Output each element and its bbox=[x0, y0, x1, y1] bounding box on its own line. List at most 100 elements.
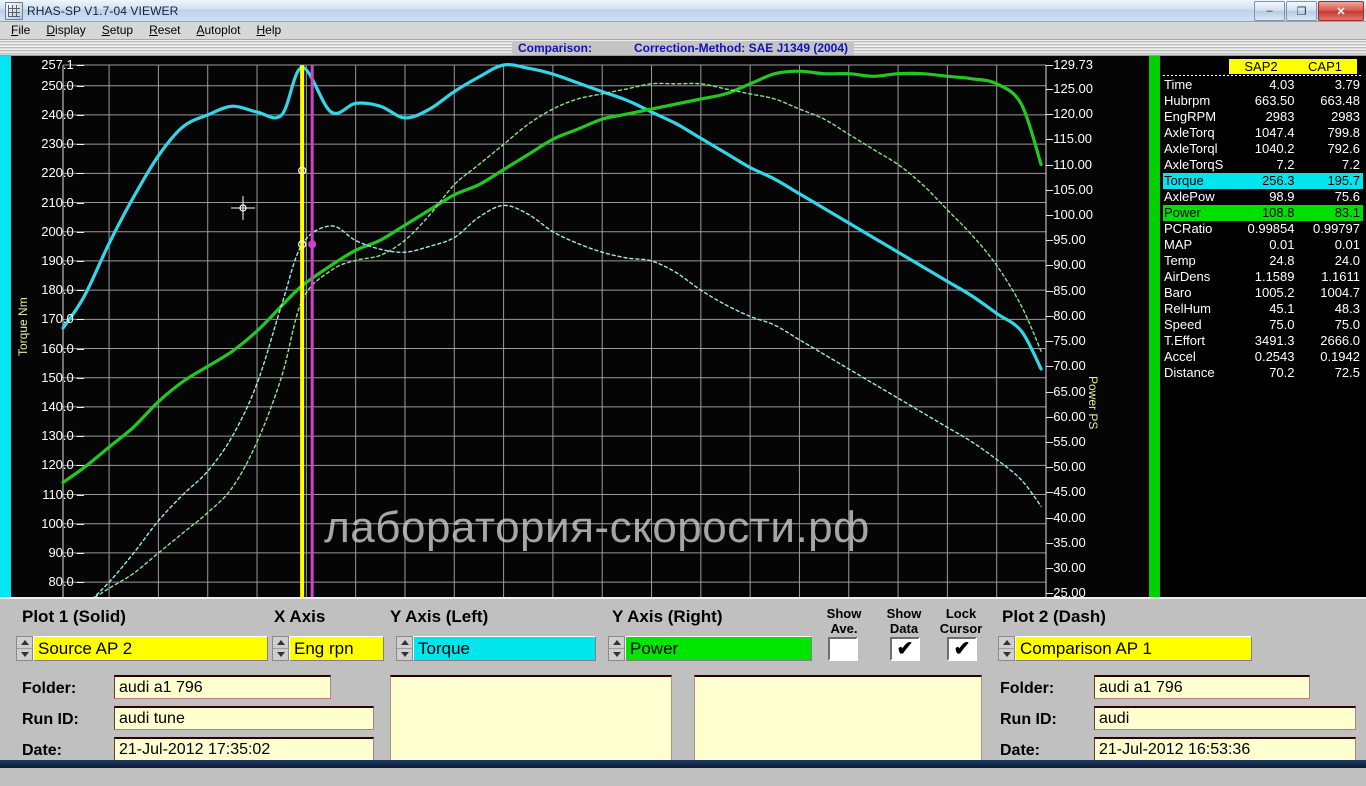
plot2-source-value[interactable]: Comparison AP 1 bbox=[1015, 636, 1252, 661]
data-panel-value-sap2: 3491.3 bbox=[1254, 333, 1295, 348]
data-panel-value-sap2: 2983 bbox=[1265, 109, 1295, 124]
window-title-bar[interactable]: RHAS-SP V1.7-04 VIEWER – ❐ ✕ bbox=[0, 0, 1366, 22]
data-panel-row: Hubrpm 663.50 663.48 bbox=[1163, 93, 1363, 109]
data-panel-value-cap1: 1004.7 bbox=[1320, 285, 1360, 300]
plot2-date-input[interactable]: 21-Jul-2012 16:53:36 bbox=[1094, 737, 1356, 761]
data-panel-value-cap1: 0.1942 bbox=[1320, 349, 1360, 364]
data-panel-value-cap1: 72.5 bbox=[1334, 365, 1360, 380]
x-axis-value[interactable]: Eng rpn bbox=[289, 636, 384, 661]
plot-area[interactable]: лаборатория-скорости.рф Torque Nm Power … bbox=[0, 56, 1366, 644]
control-panel: Plot 1 (Solid) X Axis Y Axis (Left) Y Ax… bbox=[0, 597, 1366, 786]
plot2-runid-input[interactable]: audi bbox=[1094, 706, 1356, 730]
maximize-button[interactable]: ❐ bbox=[1286, 1, 1317, 21]
data-panel-value-sap2: 0.2543 bbox=[1254, 349, 1295, 364]
menu-item-display[interactable]: Display bbox=[39, 22, 94, 39]
window-title: RHAS-SP V1.7-04 VIEWER bbox=[27, 3, 179, 18]
y-axis-right-tick: –110.00 bbox=[1046, 156, 1093, 172]
data-panel-value-sap2: 0.01 bbox=[1269, 237, 1295, 252]
data-panel-row-label: AxleTorql bbox=[1164, 141, 1218, 156]
y-axis-right-tick: –70.00 bbox=[1046, 358, 1086, 374]
show-ave-label: Show Ave. bbox=[826, 606, 862, 636]
plot1-source-selector[interactable]: Source AP 2 bbox=[16, 636, 268, 661]
menu-bar: File Display Setup Reset Autoplot Help bbox=[0, 22, 1366, 40]
y-axis-right-tick: –105.00 bbox=[1046, 181, 1093, 197]
y-axis-right-tick: –120.00 bbox=[1046, 106, 1093, 122]
minimize-button[interactable]: – bbox=[1254, 1, 1285, 21]
y-axis-left-value[interactable]: Torque bbox=[413, 636, 596, 661]
data-panel-row-label: EngRPM bbox=[1164, 109, 1217, 124]
plot2-notes-box[interactable] bbox=[694, 675, 982, 761]
plot2-source-selector[interactable]: Comparison AP 1 bbox=[998, 636, 1252, 661]
x-axis-selector[interactable]: Eng rpn bbox=[272, 636, 384, 661]
y-axis-right-tick: –40.00 bbox=[1046, 509, 1086, 525]
show-data-checkbox[interactable]: ✔ bbox=[890, 637, 920, 661]
lock-cursor-check-glyph: ✔ bbox=[953, 638, 971, 660]
data-panel-row: Speed 75.0 75.0 bbox=[1163, 317, 1363, 333]
data-panel-value-sap2: 98.9 bbox=[1269, 189, 1295, 204]
data-panel-row-label: Accel bbox=[1164, 349, 1196, 364]
y-axis-left-tick: 90.0– bbox=[48, 544, 84, 560]
show-ave-checkbox[interactable] bbox=[828, 637, 858, 661]
plot1-notes-box[interactable] bbox=[390, 675, 672, 761]
data-panel-value-cap1: 1.1611 bbox=[1321, 269, 1360, 284]
y-axis-left-tick: 250.0– bbox=[41, 77, 84, 93]
y-axis-left-tick: 100.0– bbox=[41, 515, 84, 531]
data-panel-value-cap1: 2983 bbox=[1331, 109, 1360, 124]
y-axis-right-title: Power PS bbox=[1086, 376, 1100, 430]
y-axis-left-tick: 130.0– bbox=[41, 428, 84, 444]
menu-item-file[interactable]: File bbox=[4, 22, 39, 39]
plot1-date-input[interactable]: 21-Jul-2012 17:35:02 bbox=[114, 737, 374, 761]
menu-item-reset[interactable]: Reset bbox=[142, 22, 189, 39]
y-axis-right-tick: –80.00 bbox=[1046, 307, 1086, 323]
plot1-runid-input[interactable]: audi tune bbox=[114, 706, 374, 730]
y-axis-right-selector[interactable]: Power bbox=[608, 636, 812, 661]
y-axis-right-stepper[interactable] bbox=[608, 636, 625, 661]
menu-item-help[interactable]: Help bbox=[250, 22, 291, 39]
y-axis-right-value[interactable]: Power bbox=[625, 636, 812, 661]
y-axis-left-selector[interactable]: Torque bbox=[396, 636, 596, 661]
data-panel-row-label: PCRatio bbox=[1164, 221, 1213, 236]
data-panel-row-label: Hubrpm bbox=[1164, 93, 1211, 108]
lock-cursor-checkbox[interactable]: ✔ bbox=[947, 637, 977, 661]
x-axis-stepper[interactable] bbox=[272, 636, 289, 661]
y-axis-left-stepper[interactable] bbox=[396, 636, 413, 661]
plot1-runid-label: Run ID: bbox=[22, 711, 79, 728]
menu-item-autoplot[interactable]: Autoplot bbox=[189, 22, 249, 39]
plot1-source-stepper[interactable] bbox=[16, 636, 33, 661]
plot2-folder-input[interactable]: audi a1 796 bbox=[1094, 675, 1310, 699]
data-panel-row-label: Temp bbox=[1164, 253, 1196, 268]
readout-data-panel: SAP2 CAP1 Time 4.03 3.79 Hubrpm 663.50 663.48 E… bbox=[1163, 58, 1363, 438]
y-axis-right-tick: –75.00 bbox=[1046, 333, 1086, 349]
y-axis-left-tick: 160.0– bbox=[41, 340, 84, 356]
plot1-source-value[interactable]: Source AP 2 bbox=[33, 636, 268, 661]
correction-method-label: Correction-Method: SAE J1349 (2004) bbox=[633, 40, 849, 55]
chart-canvas[interactable]: лаборатория-скорости.рф bbox=[11, 56, 1149, 597]
plot1-folder-label: Folder: bbox=[22, 680, 77, 697]
data-panel-row: MAP 0.01 0.01 bbox=[1163, 237, 1363, 253]
y-axis-right-tick: –125.00 bbox=[1046, 80, 1093, 96]
y-axis-left-tick: 110.0– bbox=[42, 486, 84, 502]
close-button[interactable]: ✕ bbox=[1318, 1, 1364, 21]
y-axis-left-tick: 170.0– bbox=[41, 311, 84, 327]
y-axis-right-tick: –45.00 bbox=[1046, 484, 1086, 500]
lock-cursor-label: Lock Cursor bbox=[939, 606, 983, 636]
comparison-label: Comparison: bbox=[517, 40, 592, 55]
data-panel-value-cap1: 792.6 bbox=[1327, 141, 1360, 156]
y-axis-right-tick: –65.00 bbox=[1046, 383, 1086, 399]
menu-item-setup[interactable]: Setup bbox=[95, 22, 142, 39]
data-panel-value-cap1: 48.3 bbox=[1334, 301, 1360, 316]
y-axis-left-tick: 257.1– bbox=[41, 57, 84, 72]
data-panel-row: PCRatio 0.99854 0.99797 bbox=[1163, 221, 1363, 237]
data-panel-row-label: T.Effort bbox=[1164, 333, 1205, 348]
y-axis-left-tick: 120.0– bbox=[41, 457, 84, 473]
y-axis-left-tick: 80.0– bbox=[48, 574, 84, 590]
plot2-source-stepper[interactable] bbox=[998, 636, 1015, 661]
plot2-title: Plot 2 (Dash) bbox=[1002, 607, 1106, 626]
plot1-folder-input[interactable]: audi a1 796 bbox=[114, 675, 331, 699]
data-panel-value-sap2: 24.8 bbox=[1269, 253, 1295, 268]
data-panel-row: RelHum 45.1 48.3 bbox=[1163, 301, 1363, 317]
data-panel-value-sap2: 663.50 bbox=[1254, 93, 1295, 108]
taskbar bbox=[0, 760, 1366, 768]
data-panel-value-sap2: 70.2 bbox=[1269, 365, 1295, 380]
y-axis-right-tick: –60.00 bbox=[1046, 408, 1086, 424]
